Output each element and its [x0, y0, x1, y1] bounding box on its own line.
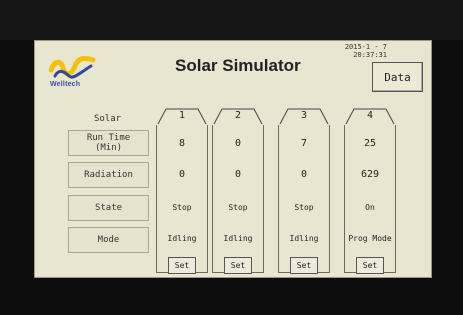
state-value: Stop — [228, 203, 248, 212]
welltech-logo-icon: Welltech — [49, 54, 99, 92]
date-time-display: 2015-1 - 7 20:37:31 — [345, 43, 387, 59]
tab-solar-1[interactable]: 1 — [157, 108, 207, 125]
hmi-screen: Welltech Solar Simulator 2015-1 - 7 20:3… — [34, 40, 432, 278]
solar-number: 1 — [178, 110, 186, 121]
state-value: On — [365, 203, 375, 212]
set-button-1[interactable]: Set — [168, 257, 196, 274]
device-bezel — [0, 0, 463, 40]
solar-number: 3 — [300, 110, 308, 121]
set-button-4[interactable]: Set — [356, 257, 384, 274]
run-time-value: 25 — [363, 138, 377, 149]
row-label-mode: Mode — [68, 227, 149, 253]
run-time-value: 8 — [178, 138, 186, 149]
mode-value: Prog Mode — [348, 234, 392, 243]
radiation-value: 0 — [178, 169, 186, 180]
solar-number: 2 — [234, 110, 242, 121]
data-button[interactable]: Data — [372, 62, 423, 92]
brand-name: Welltech — [50, 81, 81, 88]
set-button-3[interactable]: Set — [290, 257, 318, 274]
tab-solar-3[interactable]: 3 — [279, 108, 329, 125]
run-time-value: 7 — [300, 138, 308, 149]
row-label-solar: Solar — [93, 114, 122, 124]
run-time-label: Run Time — [86, 133, 131, 143]
mode-value: Idling — [167, 234, 197, 243]
date-text: 2015-1 - 7 — [344, 43, 387, 51]
mode-value: Idling — [223, 234, 253, 243]
run-time-unit: (Min) — [94, 143, 123, 153]
tab-solar-4[interactable]: 4 — [345, 108, 395, 125]
row-label-state: State — [68, 195, 149, 221]
tab-solar-2[interactable]: 2 — [213, 108, 263, 125]
row-label-radiation: Radiation — [68, 162, 149, 188]
radiation-value: 0 — [300, 169, 308, 180]
set-button-2[interactable]: Set — [224, 257, 252, 274]
mode-value: Idling — [289, 234, 319, 243]
radiation-value: 629 — [360, 169, 380, 180]
page-title: Solar Simulator — [175, 56, 301, 75]
solar-number: 4 — [366, 110, 374, 121]
run-time-value: 0 — [234, 138, 242, 149]
time-text: 20:37:31 — [353, 51, 387, 59]
state-value: Stop — [172, 203, 192, 212]
radiation-value: 0 — [234, 169, 242, 180]
row-label-run-time: Run Time (Min) — [68, 130, 149, 156]
state-value: Stop — [294, 203, 314, 212]
